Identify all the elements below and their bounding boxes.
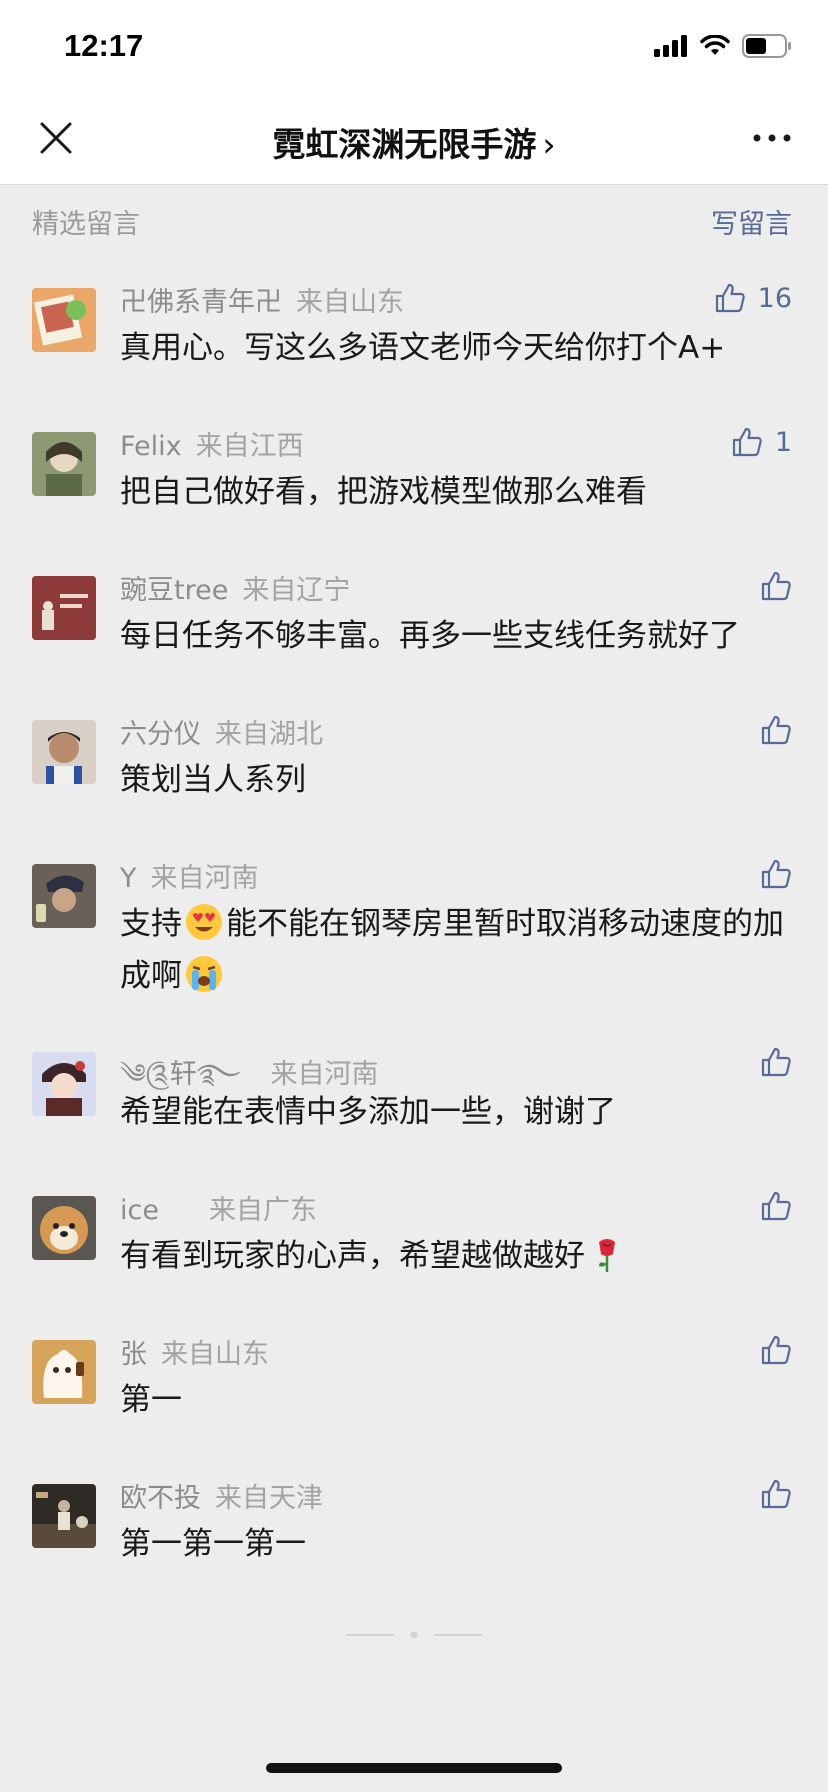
commenter-location: 来自江西 xyxy=(195,431,304,462)
like-button[interactable] xyxy=(760,1190,792,1222)
thumbs-up-icon xyxy=(732,427,762,457)
thumbs-up-icon xyxy=(761,571,791,601)
commenter-name: ice xyxy=(120,1195,159,1226)
commenter-location: 来自山东 xyxy=(161,1339,269,1370)
heart-eyes-emoji-icon xyxy=(186,904,222,940)
avatar[interactable] xyxy=(32,288,96,352)
comment-text: 把自己做好看，把游戏模型做那么难看 xyxy=(120,474,647,510)
comment-text-part: 有看到玩家的心声，希望越做越好 xyxy=(120,1238,585,1274)
comment-text: 支持 能不能在钢琴房里暂时取消移动速度的加成啊 xyxy=(120,898,792,1002)
end-of-list-divider xyxy=(346,1631,482,1639)
commenter-location: 来自广东 xyxy=(208,1195,317,1226)
commenter-location: 来自湖北 xyxy=(215,719,323,750)
commenter-name: 卍佛系青年卍 xyxy=(120,287,282,318)
comment-text: 每日任务不够丰富。再多一些支线任务就好了 xyxy=(120,618,740,654)
commenter-name: Felix xyxy=(120,431,182,462)
commenter-location: 来自天津 xyxy=(215,1483,323,1514)
crying-emoji-icon xyxy=(186,956,222,992)
thumbs-up-icon xyxy=(761,1479,791,1509)
like-count: 1 xyxy=(774,426,792,458)
battery-icon xyxy=(742,34,791,58)
thumbs-up-icon xyxy=(761,1335,791,1365)
write-comment-button[interactable]: 写留言 xyxy=(711,202,792,241)
like-button[interactable] xyxy=(760,1334,792,1366)
commenter-location: 来自山东 xyxy=(296,287,404,318)
comment-text: 希望能在表情中多添加一些，谢谢了 xyxy=(120,1094,616,1130)
navigation-bar: 霓虹深渊无限手游 › xyxy=(0,92,828,185)
avatar[interactable] xyxy=(32,720,96,784)
page-title-text: 霓虹深渊无限手游 xyxy=(272,125,537,164)
comment-text: 真用心。写这么多语文老师今天给你打个A+ xyxy=(120,330,726,366)
avatar[interactable] xyxy=(32,576,96,640)
thumbs-up-icon xyxy=(761,859,791,889)
section-title: 精选留言 xyxy=(32,209,140,240)
commenter-name: 六分仪 xyxy=(120,719,201,750)
more-icon[interactable] xyxy=(752,128,792,148)
chevron-right-icon: › xyxy=(542,125,556,164)
page-title[interactable]: 霓虹深渊无限手游 › xyxy=(0,118,828,166)
status-time: 12:17 xyxy=(64,28,144,63)
commenter-name: 欧不投 xyxy=(120,1483,201,1514)
thumbs-up-icon xyxy=(761,715,791,745)
rose-emoji-icon xyxy=(599,1239,615,1272)
like-button[interactable] xyxy=(760,1046,792,1078)
commenter-location: 来自辽宁 xyxy=(242,575,351,606)
home-indicator[interactable] xyxy=(266,1763,562,1773)
status-bar: 12:17 xyxy=(0,0,828,92)
like-button[interactable] xyxy=(760,570,792,602)
comment-text: 有看到玩家的心声，希望越做越好 xyxy=(120,1230,792,1282)
like-button[interactable] xyxy=(760,1478,792,1510)
comment-text-part: 支持 xyxy=(120,906,182,942)
wifi-icon xyxy=(700,35,730,55)
avatar[interactable] xyxy=(32,1340,96,1404)
avatar[interactable] xyxy=(32,1484,96,1548)
comment-text: 策划当人系列 xyxy=(120,762,306,798)
commenter-name: 张 xyxy=(120,1339,147,1370)
thumbs-up-icon xyxy=(761,1191,791,1221)
commenter-name: 豌豆tree xyxy=(120,575,229,606)
like-button[interactable] xyxy=(760,714,792,746)
like-count: 16 xyxy=(757,282,792,314)
avatar[interactable] xyxy=(32,432,96,496)
avatar[interactable] xyxy=(32,1052,96,1116)
like-button[interactable]: 16 xyxy=(714,282,792,314)
commenter-name: Y xyxy=(120,863,137,894)
commenter-location: 来自河南 xyxy=(150,863,259,894)
comment-text: 第一第一第一 xyxy=(120,1526,306,1562)
avatar[interactable] xyxy=(32,864,96,928)
like-button[interactable] xyxy=(760,858,792,890)
like-button[interactable]: 1 xyxy=(731,426,792,458)
thumbs-up-icon xyxy=(715,283,745,313)
comment-text: 第一 xyxy=(120,1382,182,1418)
cellular-signal-icon xyxy=(654,35,687,57)
thumbs-up-icon xyxy=(761,1047,791,1077)
comments-header: 精选留言 写留言 xyxy=(32,200,792,240)
avatar[interactable] xyxy=(32,1196,96,1260)
